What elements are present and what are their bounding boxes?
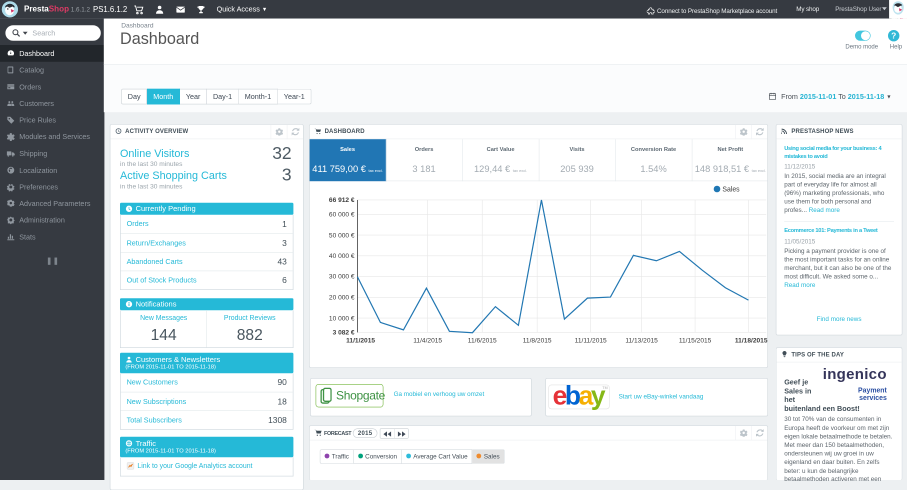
svg-text:10 000 €: 10 000 € [329,315,355,322]
svg-text:60 000 €: 60 000 € [329,212,355,219]
svg-text:11/4/2015: 11/4/2015 [413,338,442,345]
svg-text:11/6/2015: 11/6/2015 [468,338,497,345]
svg-text:11/13/2015: 11/13/2015 [625,338,658,345]
svg-text:30 000 €: 30 000 € [329,274,355,281]
svg-text:50 000 €: 50 000 € [329,232,355,239]
svg-text:66 912 €: 66 912 € [329,197,355,204]
svg-text:11/11/2015: 11/11/2015 [575,338,607,345]
svg-text:Sales: Sales [722,187,740,194]
svg-text:11/8/2015: 11/8/2015 [523,338,552,345]
svg-text:11/15/2015: 11/15/2015 [679,338,712,345]
svg-text:20 000 €: 20 000 € [329,294,355,301]
svg-text:40 000 €: 40 000 € [329,253,355,260]
svg-text:11/18/2015: 11/18/2015 [735,338,768,345]
svg-text:11/1/2015: 11/1/2015 [346,338,375,345]
svg-text:3 082 €: 3 082 € [333,330,355,337]
